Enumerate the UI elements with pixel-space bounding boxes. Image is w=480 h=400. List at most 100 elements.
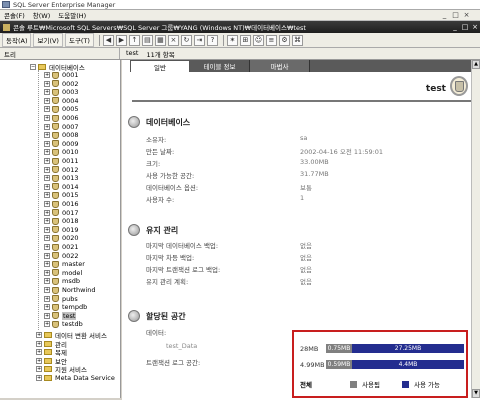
tree-item-db[interactable]: +0010 xyxy=(44,148,79,156)
tree-item-db[interactable]: +0002 xyxy=(44,80,79,88)
vertical-scrollbar[interactable]: ▲ ▼ xyxy=(471,60,480,398)
delete-icon[interactable]: × xyxy=(167,34,179,46)
tools-icon[interactable]: ⌘ xyxy=(291,34,303,46)
expand-icon[interactable]: + xyxy=(36,357,42,364)
expand-icon[interactable]: + xyxy=(44,175,50,182)
tools-menu[interactable]: 도구(T) xyxy=(64,33,94,47)
expand-icon[interactable]: + xyxy=(44,201,50,207)
expand-icon[interactable]: + xyxy=(44,269,50,276)
show-tree-icon[interactable]: ▤ xyxy=(141,34,153,46)
tree-item-db[interactable]: +0020 xyxy=(44,234,79,242)
expand-icon[interactable]: + xyxy=(44,278,50,285)
expand-icon[interactable]: + xyxy=(44,252,50,259)
refresh-icon[interactable]: ↻ xyxy=(180,34,192,46)
tree-item-db[interactable]: +0011 xyxy=(44,157,79,165)
expand-icon[interactable]: + xyxy=(44,140,50,147)
tree-item-db[interactable]: +0006 xyxy=(44,114,79,122)
tree-item-db[interactable]: +0017 xyxy=(44,209,79,217)
expand-icon[interactable]: + xyxy=(44,261,50,268)
tree-item-db[interactable]: +0014 xyxy=(44,183,79,191)
tree-item-db[interactable]: +0007 xyxy=(44,123,79,131)
expand-icon[interactable]: + xyxy=(44,123,50,130)
expand-icon[interactable]: + xyxy=(44,321,50,328)
expand-icon[interactable]: + xyxy=(44,192,50,199)
expand-icon[interactable]: + xyxy=(44,149,50,156)
expand-icon[interactable]: + xyxy=(44,312,50,319)
child-close-button[interactable]: × xyxy=(470,23,480,31)
menu-window[interactable]: 창(W) xyxy=(33,10,50,20)
forward-icon[interactable]: ▶ xyxy=(115,34,127,46)
expand-icon[interactable]: + xyxy=(44,287,50,293)
properties-icon[interactable]: ▦ xyxy=(154,34,166,46)
tree-item-db[interactable]: + test xyxy=(44,311,77,320)
child-maximize-button[interactable]: □ xyxy=(460,23,470,31)
tree-item-db[interactable]: +0016 xyxy=(44,200,79,208)
expand-icon[interactable]: + xyxy=(44,158,50,164)
tree-item-databases[interactable]: − 데이터베이스 xyxy=(30,63,85,72)
minimize-button[interactable]: _ xyxy=(439,11,450,19)
console-tree[interactable]: − 데이터베이스 +0001 +0002 +0003 +0004 +0005 +0006 +… xyxy=(0,60,121,398)
tree-item-db[interactable]: +0018 xyxy=(44,217,79,225)
expand-icon[interactable]: + xyxy=(44,72,50,78)
expand-icon[interactable]: + xyxy=(44,226,50,233)
query-icon[interactable]: ≡ xyxy=(265,34,277,46)
expand-icon[interactable]: + xyxy=(44,132,50,139)
expand-icon[interactable]: + xyxy=(44,89,50,96)
tree-item-db[interactable]: + model xyxy=(44,269,82,277)
collapse-icon[interactable]: − xyxy=(30,64,36,70)
expand-icon[interactable]: + xyxy=(44,304,50,311)
close-button[interactable]: × xyxy=(461,11,472,19)
tab-tree[interactable]: 트리 xyxy=(0,48,120,59)
expand-icon[interactable]: + xyxy=(36,375,42,381)
tree-item-db[interactable]: + master xyxy=(44,260,85,268)
job-icon[interactable]: ⚙ xyxy=(278,34,290,46)
tree-item-db[interactable]: +0019 xyxy=(44,226,79,234)
tab-general[interactable]: 일반 xyxy=(130,60,190,72)
tree-item-folder[interactable]: + Meta Data Service xyxy=(36,374,115,382)
expand-icon[interactable]: + xyxy=(36,349,42,356)
expand-icon[interactable]: + xyxy=(44,218,50,225)
maximize-button[interactable]: □ xyxy=(450,11,461,19)
scroll-up-icon[interactable]: ▲ xyxy=(472,60,480,69)
tree-item-db[interactable]: +0003 xyxy=(44,88,79,96)
expand-icon[interactable]: + xyxy=(44,295,50,302)
tree-item-db[interactable]: +0005 xyxy=(44,105,79,113)
expand-icon[interactable]: + xyxy=(36,332,42,338)
tree-item-db[interactable]: + Northwind xyxy=(44,286,96,294)
expand-icon[interactable]: + xyxy=(36,366,42,373)
tree-item-db[interactable]: +0021 xyxy=(44,243,79,251)
action-menu[interactable]: 동작(A) xyxy=(2,33,32,47)
view-menu[interactable]: 보기(V) xyxy=(33,33,63,47)
expand-icon[interactable]: + xyxy=(44,80,50,87)
up-folder-icon[interactable]: ↑ xyxy=(128,34,140,46)
tree-item-db[interactable]: + pubs xyxy=(44,295,78,303)
tree-item-db[interactable]: +0009 xyxy=(44,140,79,148)
expand-icon[interactable]: + xyxy=(44,209,50,216)
tree-item-folder[interactable]: + 데이터 변환 서비스 xyxy=(36,331,107,340)
tree-item-folder[interactable]: + 지원 서비스 xyxy=(36,365,87,374)
tree-item-db[interactable]: +0001 xyxy=(44,71,79,79)
expand-icon[interactable]: + xyxy=(44,235,50,242)
wizard-icon[interactable]: ✶ xyxy=(226,34,238,46)
help-icon[interactable]: ? xyxy=(206,34,218,46)
tree-item-db[interactable]: +0008 xyxy=(44,131,79,139)
tree-item-db[interactable]: + msdb xyxy=(44,277,80,285)
tree-item-db[interactable]: +0004 xyxy=(44,97,79,105)
child-minimize-button[interactable]: _ xyxy=(450,23,460,31)
tree-item-db[interactable]: + testdb xyxy=(44,320,83,328)
tab-table-info[interactable]: 테이블 정보 xyxy=(190,60,250,72)
expand-icon[interactable]: + xyxy=(44,183,50,190)
tree-item-db[interactable]: +0013 xyxy=(44,174,79,182)
expand-icon[interactable]: + xyxy=(44,115,50,121)
expand-icon[interactable]: + xyxy=(44,106,50,113)
menu-console[interactable]: 콘솔(F) xyxy=(4,10,25,20)
new-db-icon[interactable]: ⊞ xyxy=(239,34,251,46)
new-login-icon[interactable]: ☺ xyxy=(252,34,264,46)
tree-item-db[interactable]: +0015 xyxy=(44,191,79,199)
tree-item-db[interactable]: +0022 xyxy=(44,252,79,260)
expand-icon[interactable]: + xyxy=(44,244,50,250)
back-icon[interactable]: ◀ xyxy=(102,34,114,46)
menu-help[interactable]: 도움말(H) xyxy=(58,10,86,20)
tree-item-db[interactable]: + tempdb xyxy=(44,303,87,311)
expand-icon[interactable]: + xyxy=(44,166,50,173)
